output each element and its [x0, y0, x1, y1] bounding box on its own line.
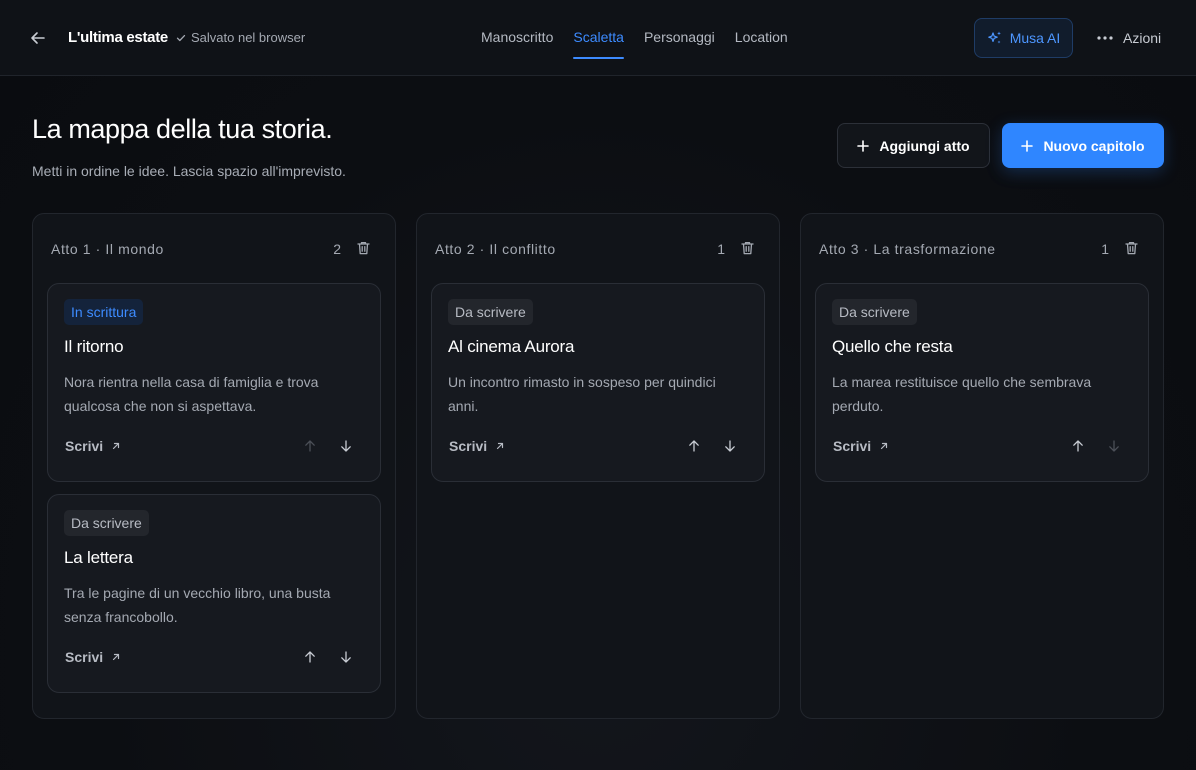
tab-location[interactable]: Location: [735, 29, 788, 59]
trash-icon: [356, 241, 370, 255]
new-chapter-button[interactable]: Nuovo capitolo: [1002, 123, 1164, 168]
actions-menu-button[interactable]: Azioni: [1096, 28, 1161, 48]
arrow-up-right-icon: [881, 442, 888, 450]
tab-personaggi[interactable]: Personaggi: [644, 29, 715, 59]
chapter-title: La lettera: [64, 548, 133, 567]
move-up-button[interactable]: [302, 438, 318, 454]
write-label: Scrivi: [449, 438, 488, 454]
chapter-description: Un incontro rimasto in sospeso per quind…: [448, 374, 716, 414]
arrow-up-icon: [305, 440, 315, 452]
plus-icon: [857, 139, 870, 152]
chapter-card[interactable]: Da scrivere Quello che resta La marea re…: [815, 283, 1149, 482]
write-link[interactable]: Scrivi: [833, 438, 888, 454]
check-icon: [176, 34, 186, 41]
arrow-up-icon: [689, 440, 699, 452]
arrow-up-icon: [1073, 440, 1083, 452]
chapter-description: Tra le pagine di un vecchio libro, una b…: [64, 585, 331, 625]
back-button[interactable]: [26, 26, 50, 50]
chapter-description: La marea restituisce quello che sembrava…: [832, 374, 1092, 414]
arrow-up-right-icon: [113, 653, 120, 661]
arrow-down-icon: [341, 440, 351, 452]
more-horizontal-icon: [1097, 36, 1113, 40]
chapter-card[interactable]: In scrittura Il ritorno Nora rientra nel…: [47, 283, 381, 482]
chapter-title: Il ritorno: [64, 337, 124, 356]
tab-manoscritto[interactable]: Manoscritto: [481, 29, 553, 59]
write-label: Scrivi: [65, 438, 104, 454]
musa-ai-label: Musa AI: [1009, 30, 1061, 46]
act-column-3: Atto 3 · La trasformazione 1 Da scrivere…: [800, 213, 1164, 719]
musa-ai-button[interactable]: Musa AI: [974, 18, 1073, 58]
arrow-down-icon: [341, 651, 351, 663]
act-chapter-count: 1: [717, 241, 725, 257]
status-badge: Da scrivere: [832, 299, 917, 325]
write-link[interactable]: Scrivi: [449, 438, 504, 454]
delete-act-button[interactable]: [1123, 240, 1139, 256]
act-column-2: Atto 2 · Il conflitto 1 Da scrivere Al c…: [416, 213, 780, 719]
add-act-button[interactable]: Aggiungi atto: [837, 123, 990, 168]
arrow-down-icon: [725, 440, 735, 452]
tab-scaletta[interactable]: Scaletta: [573, 29, 624, 59]
chapter-card[interactable]: Da scrivere Al cinema Aurora Un incontro…: [431, 283, 765, 482]
write-link[interactable]: Scrivi: [65, 438, 120, 454]
move-up-button[interactable]: [686, 438, 702, 454]
delete-act-button[interactable]: [355, 240, 371, 256]
page-title: La mappa della tua storia.: [32, 114, 333, 144]
status-badge: Da scrivere: [64, 510, 149, 536]
chapter-title: Al cinema Aurora: [448, 337, 575, 356]
move-up-button[interactable]: [1070, 438, 1086, 454]
save-status-label: Salvato nel browser: [191, 30, 306, 45]
arrow-up-right-icon: [113, 442, 120, 450]
move-down-button[interactable]: [722, 438, 738, 454]
arrow-left-icon: [31, 32, 45, 44]
act-column-1: Atto 1 · Il mondo 2 In scrittura Il rito…: [32, 213, 396, 719]
delete-act-button[interactable]: [739, 240, 755, 256]
act-title: Atto 3 · La trasformazione: [819, 241, 996, 257]
trash-icon: [740, 241, 754, 255]
new-chapter-label: Nuovo capitolo: [1043, 137, 1145, 154]
status-badge: Da scrivere: [448, 299, 533, 325]
save-status: Salvato nel browser: [176, 30, 305, 45]
move-down-button[interactable]: [1106, 438, 1122, 454]
chapter-card[interactable]: Da scrivere La lettera Tra le pagine di …: [47, 494, 381, 693]
act-chapter-count: 2: [333, 241, 341, 257]
chapter-description: Nora rientra nella casa di famiglia e tr…: [64, 374, 319, 414]
page-subtitle: Metti in ordine le idee. Lascia spazio a…: [32, 163, 346, 179]
document-title[interactable]: L'ultima estate: [68, 29, 168, 46]
status-badge: In scrittura: [64, 299, 144, 325]
actions-label: Azioni: [1123, 30, 1162, 46]
arrow-up-right-icon: [497, 442, 504, 450]
move-down-button[interactable]: [338, 649, 354, 665]
sparkles-icon: [987, 31, 1001, 44]
main-nav: Manoscritto Scaletta Personaggi Location: [481, 29, 788, 59]
act-chapter-count: 1: [1101, 241, 1109, 257]
arrow-up-icon: [305, 651, 315, 663]
write-label: Scrivi: [833, 438, 872, 454]
chapter-title: Quello che resta: [832, 337, 953, 356]
move-down-button[interactable]: [338, 438, 354, 454]
move-up-button[interactable]: [302, 649, 318, 665]
write-link[interactable]: Scrivi: [65, 649, 120, 665]
plus-icon: [1021, 139, 1034, 152]
arrow-down-icon: [1109, 440, 1119, 452]
add-act-label: Aggiungi atto: [879, 137, 970, 154]
write-label: Scrivi: [65, 649, 104, 665]
trash-icon: [1124, 241, 1138, 255]
top-bar: L'ultima estate Salvato nel browser Mano…: [0, 0, 1196, 76]
act-title: Atto 2 · Il conflitto: [435, 241, 556, 257]
act-title: Atto 1 · Il mondo: [51, 241, 164, 257]
